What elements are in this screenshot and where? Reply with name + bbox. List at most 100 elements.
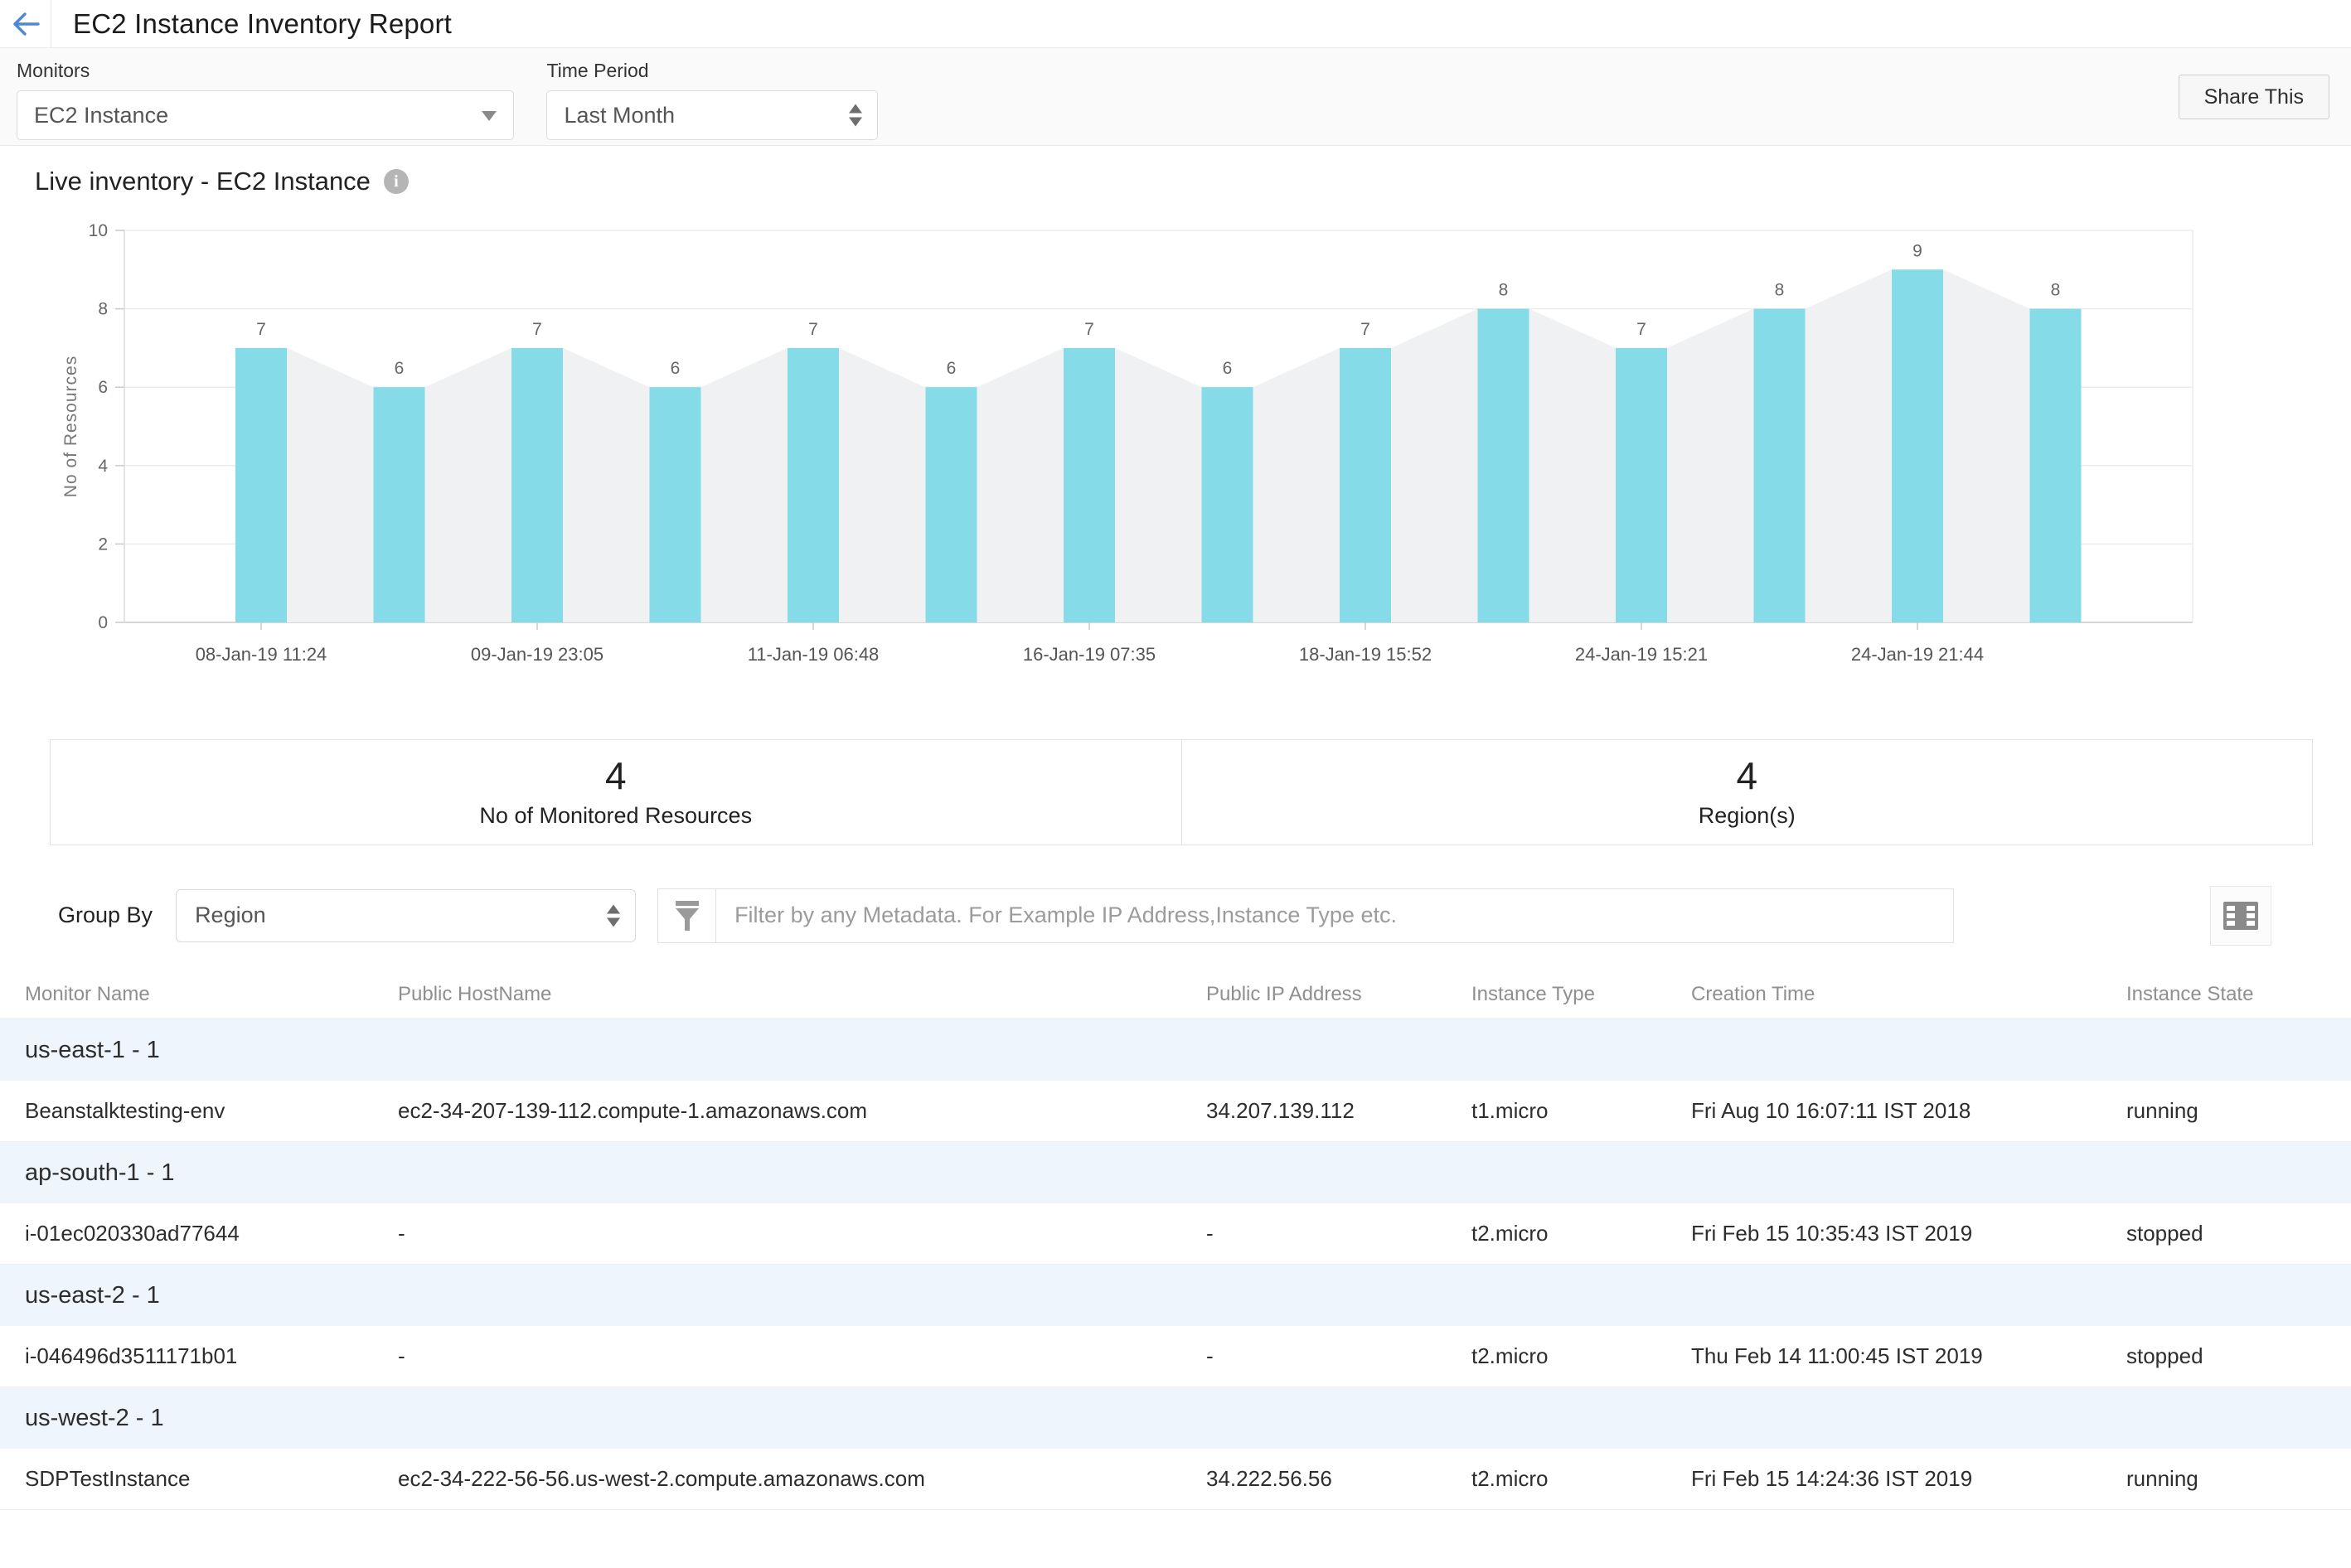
table-cell: t2.micro: [1471, 1466, 1691, 1492]
bar-value-label: 6: [947, 359, 957, 378]
bar: [374, 387, 425, 622]
column-header[interactable]: Instance State: [2126, 983, 2351, 1006]
y-tick-label: 6: [98, 378, 108, 397]
x-tick-label: 08-Jan-19 11:24: [196, 644, 327, 665]
y-tick-label: 8: [98, 300, 108, 319]
metadata-filter-input[interactable]: [715, 888, 1954, 943]
bar: [1892, 269, 1943, 622]
table-cell: -: [1206, 1221, 1471, 1246]
inventory-chart: 02468107676767678789808-Jan-19 11:2409-J…: [0, 207, 2351, 696]
table-cell: stopped: [2126, 1221, 2351, 1246]
x-tick-label: 24-Jan-19 15:21: [1575, 644, 1708, 665]
back-button[interactable]: [0, 0, 51, 47]
caret-down-icon: [482, 111, 497, 121]
up-down-arrows-icon: [607, 904, 620, 927]
monitors-select-value: EC2 Instance: [34, 103, 168, 128]
y-tick-label: 2: [98, 535, 108, 554]
bar-value-label: 7: [1084, 320, 1094, 339]
table-cell: SDPTestInstance: [25, 1466, 398, 1492]
groupby-label: Group By: [58, 903, 153, 928]
column-header[interactable]: Instance Type: [1471, 983, 1691, 1006]
time-period-select-value: Last Month: [564, 103, 675, 128]
table-cell: Fri Aug 10 16:07:11 IST 2018: [1691, 1098, 2126, 1124]
bar: [788, 348, 839, 622]
summary-value: 4: [605, 757, 627, 795]
summary-regions: 4 Region(s): [1182, 740, 2313, 844]
filter-funnel-button[interactable]: [657, 888, 715, 943]
monitors-select[interactable]: EC2 Instance: [17, 90, 514, 140]
summary-box: 4 No of Monitored Resources 4 Region(s): [50, 739, 2313, 845]
table-group-row[interactable]: us-east-1 - 1: [0, 1019, 2351, 1081]
y-tick-label: 4: [98, 457, 108, 476]
table-group-row[interactable]: us-east-2 - 1: [0, 1265, 2351, 1326]
table-header-row: Monitor Name Public HostName Public IP A…: [0, 970, 2351, 1019]
table-cell: ec2-34-222-56-56.us-west-2.compute.amazo…: [398, 1466, 1206, 1492]
bar-value-label: 7: [808, 320, 818, 339]
bar-value-label: 7: [1636, 320, 1646, 339]
bar-value-label: 9: [1912, 241, 1922, 260]
table-columns-icon: [2223, 901, 2259, 931]
column-header[interactable]: Public HostName: [398, 983, 1206, 1006]
table-cell: i-01ec020330ad77644: [25, 1221, 398, 1246]
time-period-label: Time Period: [546, 60, 878, 82]
y-tick-label: 0: [98, 613, 108, 632]
column-header[interactable]: Monitor Name: [25, 983, 398, 1006]
column-chooser-button[interactable]: [2210, 886, 2271, 946]
groupby-select-value: Region: [195, 903, 266, 928]
groupby-row: Group By Region: [0, 888, 2351, 943]
bar-value-label: 7: [1360, 320, 1370, 339]
summary-label: No of Monitored Resources: [479, 803, 752, 829]
bar-value-label: 8: [1499, 281, 1509, 300]
table-cell: t2.micro: [1471, 1221, 1691, 1246]
table-cell: -: [398, 1221, 1206, 1246]
y-axis-title: No of Resources: [61, 356, 80, 497]
share-this-button[interactable]: Share This: [2179, 75, 2329, 119]
table-group-row[interactable]: ap-south-1 - 1: [0, 1142, 2351, 1203]
x-tick-label: 11-Jan-19 06:48: [748, 644, 880, 665]
bar-value-label: 6: [395, 359, 405, 378]
chart-section: Live inventory - EC2 Instance i 0 2 4 6 8 10 7…: [0, 146, 2351, 700]
table-cell: running: [2126, 1098, 2351, 1124]
time-period-select[interactable]: Last Month: [546, 90, 878, 140]
summary-monitored-resources: 4 No of Monitored Resources: [51, 740, 1182, 844]
table-cell: stopped: [2126, 1343, 2351, 1369]
bar-value-label: 6: [671, 359, 681, 378]
bar-value-label: 8: [2051, 281, 2061, 300]
bar: [1616, 348, 1667, 622]
table-row[interactable]: i-046496d3511171b01--t2.microThu Feb 14 …: [0, 1326, 2351, 1387]
bar: [1340, 348, 1391, 622]
inventory-table: Monitor Name Public HostName Public IP A…: [0, 970, 2351, 1510]
bar-value-label: 7: [256, 320, 266, 339]
table-cell: t2.micro: [1471, 1343, 1691, 1369]
bar: [2030, 309, 2082, 622]
bar: [1202, 387, 1253, 622]
column-header[interactable]: Creation Time: [1691, 983, 2126, 1006]
groupby-select[interactable]: Region: [176, 889, 636, 942]
bar: [1064, 348, 1115, 622]
chart-title: Live inventory - EC2 Instance: [35, 167, 371, 196]
table-cell: ec2-34-207-139-112.compute-1.amazonaws.c…: [398, 1098, 1206, 1124]
column-header[interactable]: Public IP Address: [1206, 983, 1471, 1006]
table-row[interactable]: SDPTestInstanceec2-34-222-56-56.us-west-…: [0, 1449, 2351, 1510]
table-cell: -: [398, 1343, 1206, 1369]
top-header: EC2 Instance Inventory Report: [0, 0, 2351, 48]
info-icon[interactable]: i: [384, 169, 409, 194]
table-cell: 34.222.56.56: [1206, 1466, 1471, 1492]
table-cell: Thu Feb 14 11:00:45 IST 2019: [1691, 1343, 2126, 1369]
table-group-row[interactable]: us-west-2 - 1: [0, 1387, 2351, 1449]
table-cell: Fri Feb 15 14:24:36 IST 2019: [1691, 1466, 2126, 1492]
monitors-label: Monitors: [17, 60, 514, 82]
bar: [511, 348, 563, 622]
x-tick-label: 09-Jan-19 23:05: [471, 644, 604, 665]
table-cell: i-046496d3511171b01: [25, 1343, 398, 1369]
bar-value-label: 6: [1223, 359, 1233, 378]
summary-label: Region(s): [1699, 803, 1796, 829]
funnel-icon: [673, 899, 701, 932]
table-row[interactable]: Beanstalktesting-envec2-34-207-139-112.c…: [0, 1081, 2351, 1142]
table-cell: Fri Feb 15 10:35:43 IST 2019: [1691, 1221, 2126, 1246]
y-tick-label: 10: [89, 221, 108, 240]
page-title: EC2 Instance Inventory Report: [51, 8, 452, 40]
bar: [650, 387, 701, 622]
arrow-left-icon: [11, 12, 41, 36]
table-row[interactable]: i-01ec020330ad77644--t2.microFri Feb 15 …: [0, 1203, 2351, 1265]
